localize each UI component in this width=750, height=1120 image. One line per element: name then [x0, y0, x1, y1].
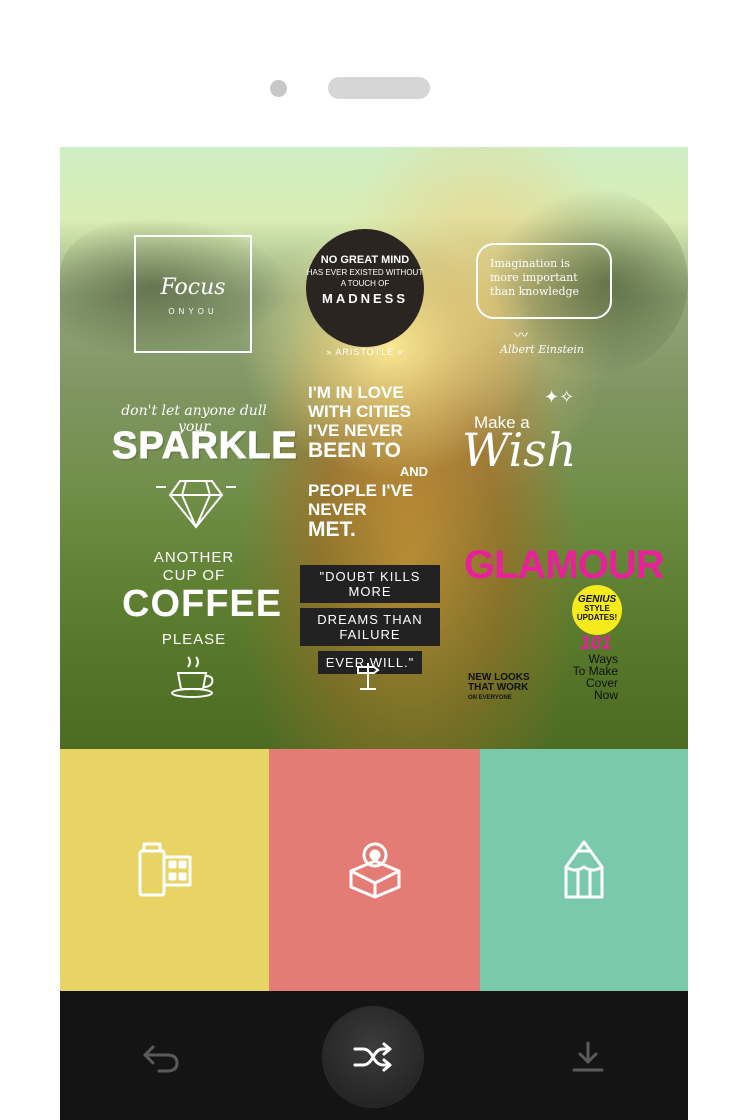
shuffle-icon	[353, 1042, 392, 1072]
sticker-glamour[interactable]: GLAMOUR	[464, 543, 665, 588]
signpost-icon	[357, 663, 380, 690]
sticker-glamour-ways: Ways To Make Cover Now	[572, 652, 618, 702]
sticker-glamour-badge: GENIUS STYLE UPDATES!	[572, 585, 622, 635]
front-camera	[270, 80, 287, 97]
download-button[interactable]	[566, 1035, 610, 1079]
category-tiles	[60, 749, 688, 991]
sticker-focus-title: Focus	[160, 275, 226, 300]
photo-canvas[interactable]: Focus ONYOU NO GREAT MIND HAS EVER EXIST…	[60, 147, 688, 749]
undo-button[interactable]	[138, 1037, 184, 1077]
sticker-cities[interactable]: I'M IN LOVE WITH CITIES I'VE NEVER BEEN …	[308, 383, 428, 541]
sticker-sparkle[interactable]: SPARKLE	[112, 425, 298, 468]
stars-icon: ✦✧	[544, 387, 575, 407]
bottom-toolbar	[60, 991, 688, 1120]
shuffle-button[interactable]	[323, 1007, 423, 1107]
undo-icon	[143, 1045, 179, 1073]
tile-film-button[interactable]	[60, 749, 269, 991]
sticker-einstein-author: Albert Einstein	[500, 343, 584, 356]
film-roll-icon	[138, 842, 191, 897]
tile-draw-button[interactable]	[480, 749, 688, 991]
sticker-focus[interactable]: Focus ONYOU	[134, 235, 252, 353]
pencil-icon	[564, 840, 604, 899]
sticker-glamour-looks: NEW LOOKS THAT WORK ON EVERYONE	[468, 672, 530, 702]
coffee-cup-icon	[171, 656, 214, 698]
app-screen: Focus ONYOU NO GREAT MIND HAS EVER EXIST…	[60, 147, 688, 1120]
sticker-focus-subtitle: ONYOU	[168, 307, 218, 316]
sticker-coffee[interactable]: COFFEE	[122, 583, 281, 626]
sticker-wish[interactable]: Wish	[462, 423, 576, 477]
sticker-box-icon	[349, 842, 400, 899]
download-icon	[572, 1041, 604, 1072]
sticker-einstein-bubble[interactable]: Imagination is more important than knowl…	[476, 243, 612, 319]
diamond-icon	[156, 480, 236, 529]
tile-sticker-button[interactable]	[269, 749, 480, 991]
mustache-icon: 〰	[514, 327, 528, 343]
sticker-madness[interactable]: NO GREAT MIND HAS EVER EXISTED WITHOUT A…	[306, 229, 424, 347]
sticker-madness-author: » ARISTOTLE «	[326, 347, 404, 357]
earpiece-speaker	[328, 77, 430, 99]
sticker-coffee-please: PLEASE	[161, 631, 227, 648]
sticker-coffee-top: ANOTHER CUP OF	[153, 549, 235, 584]
